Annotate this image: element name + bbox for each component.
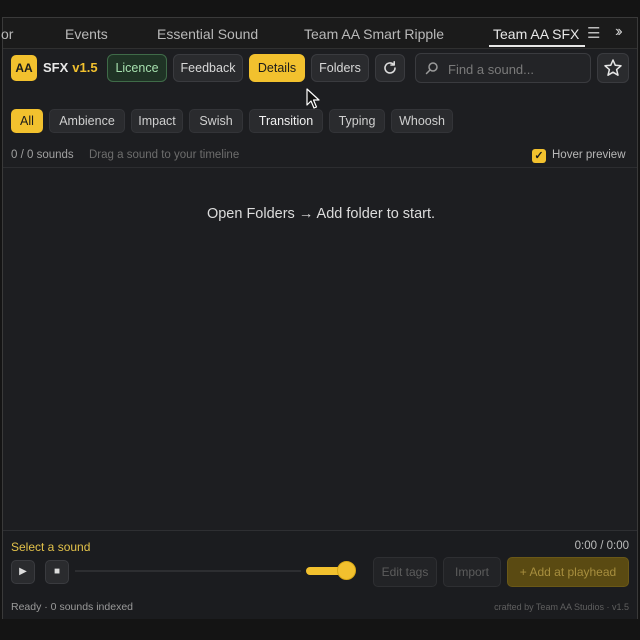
licence-button[interactable]: Licence xyxy=(107,54,167,82)
stop-button[interactable]: ■ xyxy=(45,560,69,584)
tab-team-aa-sfx[interactable]: Team AA SFX xyxy=(493,26,579,42)
search-icon xyxy=(425,62,438,75)
search-box xyxy=(415,53,591,83)
hamburger-icon[interactable]: ☰ xyxy=(587,24,600,42)
version-badge: v1.5 xyxy=(72,60,98,75)
logo: AA xyxy=(11,55,37,81)
tab-smart-ripple[interactable]: Team AA Smart Ripple xyxy=(304,26,444,42)
selected-sound-label: Select a sound xyxy=(11,540,91,554)
folders-button[interactable]: Folders xyxy=(311,54,369,82)
category-ambience[interactable]: Ambience xyxy=(49,109,125,133)
tab-events[interactable]: Events xyxy=(65,26,108,42)
volume-knob[interactable] xyxy=(337,561,356,580)
brand-title: SFX v1.5 xyxy=(43,60,98,75)
hover-preview-checkbox[interactable]: ✓ xyxy=(532,149,546,163)
play-button[interactable]: ▶ xyxy=(11,560,35,584)
index-status: Ready · 0 sounds indexed xyxy=(11,601,133,613)
stop-icon: ■ xyxy=(53,566,61,577)
tab-truncated[interactable]: or xyxy=(1,26,13,42)
playback-scrubber[interactable] xyxy=(75,570,301,572)
feedback-button[interactable]: Feedback xyxy=(173,54,243,82)
chevron-double-right-icon[interactable]: ›› xyxy=(615,23,622,41)
category-all[interactable]: All xyxy=(11,109,43,133)
category-impact[interactable]: Impact xyxy=(131,109,183,133)
tab-essential-sound[interactable]: Essential Sound xyxy=(157,26,258,42)
edit-tags-button[interactable]: Edit tags xyxy=(373,557,437,587)
category-swish[interactable]: Swish xyxy=(189,109,243,133)
details-button[interactable]: Details xyxy=(249,54,305,82)
empty-state-message: Open Folders → Add folder to start. xyxy=(206,206,436,222)
category-whoosh[interactable]: Whoosh xyxy=(391,109,453,133)
category-typing[interactable]: Typing xyxy=(329,109,385,133)
sound-count: 0 / 0 sounds xyxy=(11,149,74,161)
credit-text: crafted by Team AA Studios · v1.5 xyxy=(494,602,629,612)
star-icon xyxy=(604,59,622,76)
time-readout: 0:00 / 0:00 xyxy=(574,540,629,552)
sfx-panel: or Events Essential Sound Team AA Smart … xyxy=(1,17,638,619)
panel-tab-bar: or Events Essential Sound Team AA Smart … xyxy=(1,18,637,49)
play-icon: ▶ xyxy=(19,566,27,577)
mouse-cursor-icon xyxy=(306,88,320,109)
add-at-playhead-button[interactable]: + Add at playhead xyxy=(507,557,629,587)
player-bar: Select a sound 0:00 / 0:00 ▶ ■ Edit tags… xyxy=(3,530,637,619)
status-row: 0 / 0 sounds Drag a sound to your timeli… xyxy=(3,141,637,168)
brand-name: SFX xyxy=(43,60,69,75)
hover-preview-label[interactable]: Hover preview xyxy=(552,149,626,161)
favorites-button[interactable] xyxy=(597,53,629,83)
refresh-button[interactable] xyxy=(375,54,405,82)
refresh-icon xyxy=(384,61,396,74)
import-button[interactable]: Import xyxy=(443,557,501,587)
drag-hint: Drag a sound to your timeline xyxy=(89,149,240,161)
category-transition[interactable]: Transition xyxy=(249,109,323,133)
search-input[interactable] xyxy=(446,59,588,79)
active-tab-indicator xyxy=(489,45,585,47)
